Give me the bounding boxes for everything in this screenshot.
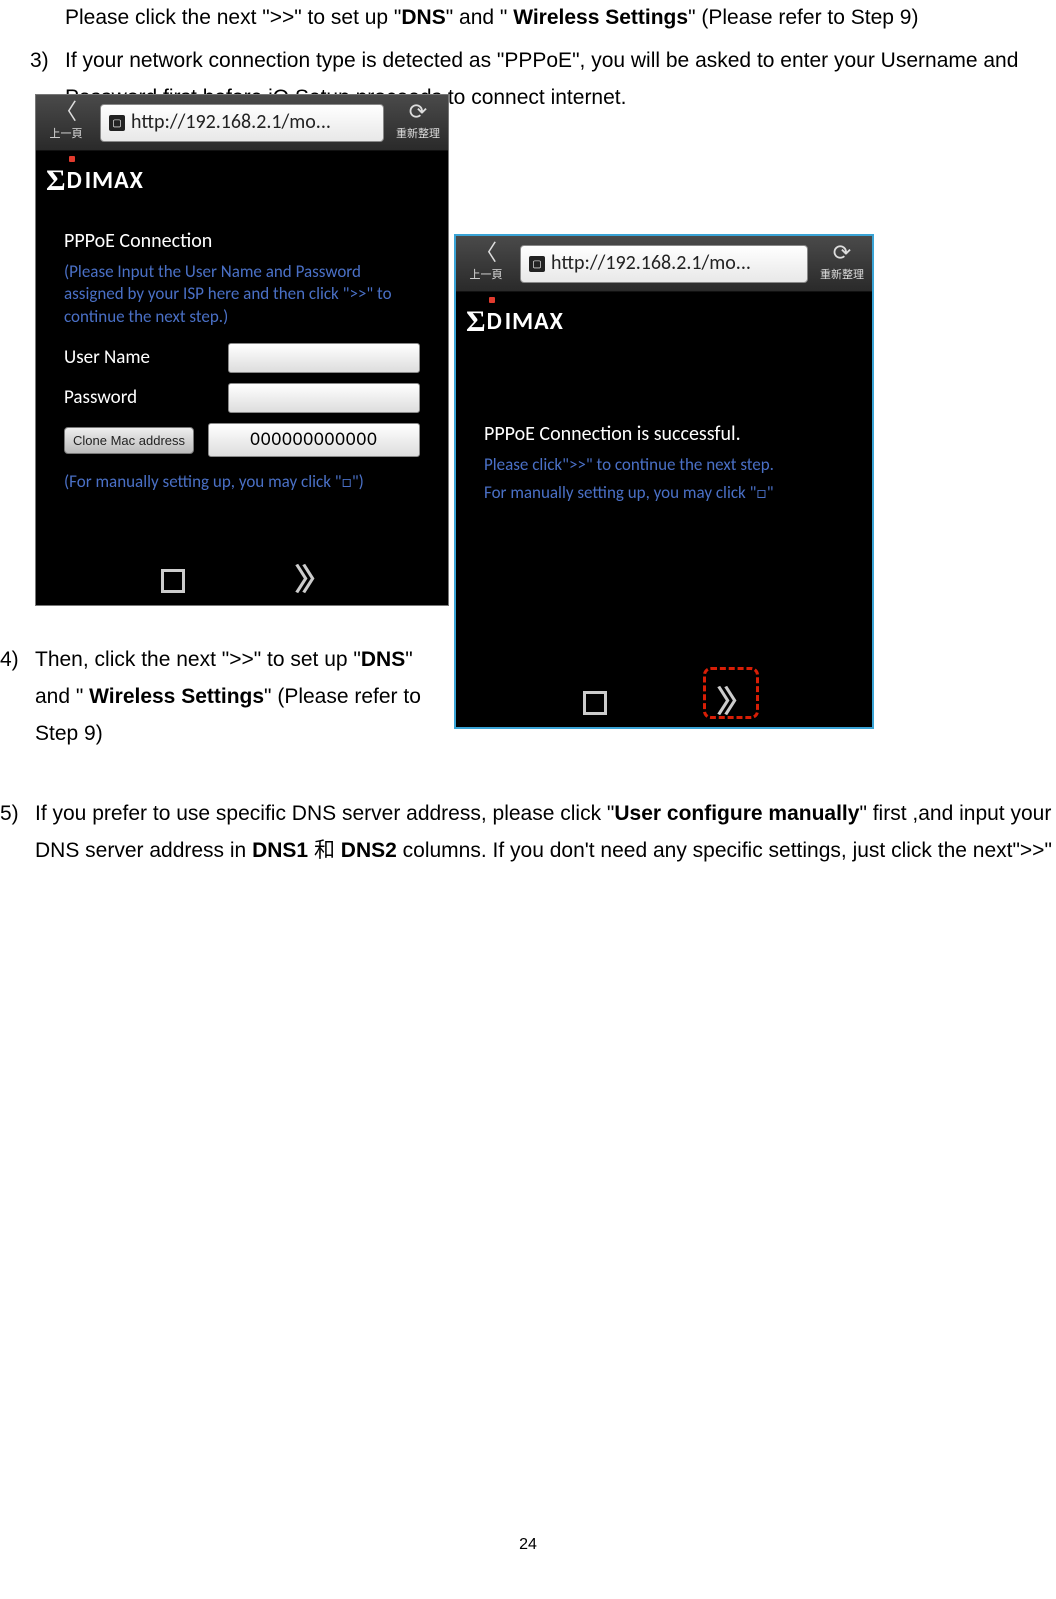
stop-icon[interactable]	[161, 569, 185, 593]
refresh-icon: ⟳	[409, 101, 427, 123]
chevron-left-icon: 〈	[55, 101, 77, 123]
input-username[interactable]	[228, 343, 420, 373]
sigma-icon: Σ	[466, 296, 487, 349]
edimax-logo: Σ DIMAX	[46, 155, 438, 208]
url-container: ▢ http://192.168.2.1/mo...	[96, 95, 388, 150]
step-4-text: Then, click the next ">>" to set up "DNS…	[35, 642, 450, 752]
label-username: User Name	[64, 345, 214, 371]
s4-t1: Then, click the next ">>" to set up "	[35, 648, 361, 671]
input-password[interactable]	[228, 383, 420, 413]
s5-t3: columns. If you don't need any specific …	[397, 839, 1052, 862]
s5-t1: If you prefer to use specific DNS server…	[35, 802, 614, 825]
clone-mac-button[interactable]: Clone Mac address	[64, 427, 194, 454]
url-text: http://192.168.2.1/mo...	[551, 246, 751, 281]
intro-dns: DNS	[401, 6, 445, 29]
brand-bar: Σ DIMAX	[36, 151, 448, 210]
screenshot-pppoe-form: 〈 上一頁 ▢ http://192.168.2.1/mo... ⟳ 重新整理 …	[35, 94, 449, 606]
highlight-box	[703, 667, 759, 719]
step-5-text: If you prefer to use specific DNS server…	[35, 796, 1056, 870]
edimax-logo: Σ DIMAX	[466, 296, 862, 349]
intro-suffix: " (Please refer to Step 9)	[688, 6, 918, 29]
url-input[interactable]: ▢ http://192.168.2.1/mo...	[100, 104, 384, 142]
mac-value[interactable]: 000000000000	[208, 423, 420, 457]
refresh-label: 重新整理	[820, 265, 864, 284]
back-button[interactable]: 〈 上一頁	[36, 95, 96, 150]
step-5-number: 5)	[0, 796, 35, 870]
brand-bar: Σ DIMAX	[456, 292, 872, 351]
intro-line: Please click the next ">>" to set up "DN…	[65, 0, 1026, 37]
page-icon: ▢	[109, 115, 125, 131]
s5-dns2: DNS2	[341, 839, 397, 862]
back-label: 上一頁	[470, 265, 503, 284]
refresh-button[interactable]: ⟳ 重新整理	[812, 236, 872, 291]
phone1-bottom-bar: 〉〉	[36, 557, 448, 605]
back-button[interactable]: 〈 上一頁	[456, 236, 516, 291]
browser-topbar: 〈 上一頁 ▢ http://192.168.2.1/mo... ⟳ 重新整理	[456, 236, 872, 292]
step-5: 5) If you prefer to use specific DNS ser…	[0, 796, 1056, 870]
browser-topbar: 〈 上一頁 ▢ http://192.168.2.1/mo... ⟳ 重新整理	[36, 95, 448, 151]
intro-mid: " and "	[446, 6, 513, 29]
phone1-hint: (Please Input the User Name and Password…	[64, 261, 420, 330]
sigma-icon: Σ	[46, 155, 67, 208]
row-password: Password	[64, 383, 420, 413]
screenshot-pppoe-success: 〈 上一頁 ▢ http://192.168.2.1/mo... ⟳ 重新整理 …	[454, 234, 874, 729]
url-container: ▢ http://192.168.2.1/mo...	[516, 236, 812, 291]
s4-ws: Wireless Settings	[89, 685, 264, 708]
phone1-title: PPPoE Connection	[64, 228, 420, 255]
url-text: http://192.168.2.1/mo...	[131, 105, 331, 140]
label-password: Password	[64, 385, 214, 411]
intro-wireless: Wireless Settings	[513, 6, 688, 29]
brand-text: IMAX	[505, 301, 564, 343]
brand-text: IMAX	[85, 160, 144, 202]
page-number: 24	[0, 1531, 1056, 1559]
refresh-icon: ⟳	[833, 242, 851, 264]
next-highlight: 〉〉	[717, 677, 746, 730]
step-4: 4) Then, click the next ">>" to set up "…	[0, 642, 450, 752]
next-icon[interactable]: 〉〉	[295, 555, 324, 608]
step-4-number: 4)	[0, 642, 35, 752]
row-mac: Clone Mac address 000000000000	[64, 423, 420, 457]
phone1-body: PPPoE Connection (Please Input the User …	[36, 210, 448, 558]
back-label: 上一頁	[50, 124, 83, 143]
phone1-manual-hint: (For manually setting up, you may click …	[64, 471, 420, 494]
url-input[interactable]: ▢ http://192.168.2.1/mo...	[520, 245, 808, 283]
intro-prefix: Please click the next ">>" to set up "	[65, 6, 401, 29]
page-icon: ▢	[529, 256, 545, 272]
stop-icon[interactable]	[583, 691, 607, 715]
phone2-body: PPPoE Connection is successful. Please c…	[456, 351, 872, 680]
refresh-button[interactable]: ⟳ 重新整理	[388, 95, 448, 150]
phone2-bottom-bar: 〉〉	[456, 679, 872, 727]
refresh-label: 重新整理	[396, 124, 440, 143]
phone2-hint2: For manually setting up, you may click "…	[484, 482, 844, 505]
s5-he: 和	[308, 839, 341, 862]
s5-dns1: DNS1	[252, 839, 308, 862]
s4-dns: DNS	[361, 648, 405, 671]
s5-ucm: User configure manually	[614, 802, 859, 825]
chevron-left-icon: 〈	[475, 242, 497, 264]
phone2-title: PPPoE Connection is successful.	[484, 421, 844, 448]
phone2-hint1: Please click">>" to continue the next st…	[484, 454, 844, 477]
row-username: User Name	[64, 343, 420, 373]
